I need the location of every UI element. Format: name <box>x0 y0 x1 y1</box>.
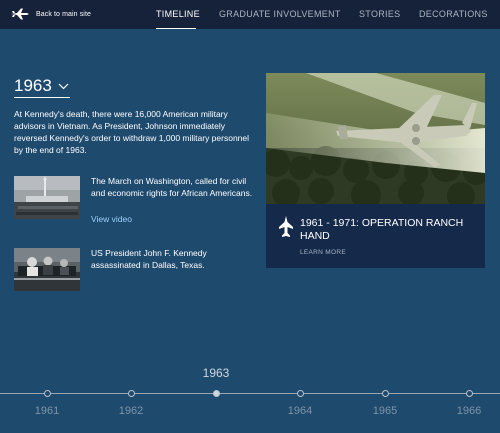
timeline-dot-1966[interactable] <box>465 390 473 397</box>
timeline-year-1965[interactable]: 1965 <box>373 405 397 417</box>
nav-decorations[interactable]: DECORATIONS <box>419 9 488 19</box>
back-label: Back to main site <box>36 10 91 18</box>
timeline-track <box>0 393 500 394</box>
timeline-dot-1961[interactable] <box>43 390 51 397</box>
back-to-main-site-link[interactable]: Back to main site <box>10 5 91 23</box>
event-text: The March on Washington, called for civi… <box>91 176 253 198</box>
year-dropdown[interactable]: 1963 <box>14 76 69 96</box>
year-underline <box>14 97 70 98</box>
active-nav-underline <box>156 28 196 29</box>
nav-timeline[interactable]: TIMELINE <box>156 9 200 19</box>
feature-title: 1961 - 1971: OPERATION RANCH HAND <box>300 217 464 242</box>
timeline-current-year: 1963 <box>202 366 230 380</box>
chevron-down-icon <box>58 83 69 89</box>
top-nav-bar: Back to main site TIMELINE GRADUATE INVO… <box>0 0 500 29</box>
timeline-year-1966[interactable]: 1966 <box>457 405 481 417</box>
march-on-washington-photo <box>14 176 80 219</box>
jet-logo-icon <box>11 8 29 20</box>
year-intro-text: At Kennedy's death, there were 16,000 Am… <box>14 109 250 155</box>
timeline-year-1962[interactable]: 1962 <box>119 405 143 417</box>
event-text: US President John F. Kennedy assassinate… <box>91 248 207 270</box>
nav-graduate-involvement[interactable]: GRADUATE INVOLVEMENT <box>219 9 341 19</box>
fighter-jet-icon <box>279 216 293 237</box>
ranch-hand-aircraft-photo <box>266 73 485 204</box>
timeline-year-1964[interactable]: 1964 <box>288 405 312 417</box>
kennedy-motorcade-photo <box>14 248 80 291</box>
learn-more-link[interactable]: LEARN MORE <box>300 249 346 256</box>
timeline-dot-1964[interactable] <box>296 390 304 397</box>
operation-ranch-hand-card[interactable]: 1961 - 1971: OPERATION RANCH HAND LEARN … <box>266 73 485 268</box>
event-kennedy-assassinated: US President John F. Kennedy assassinate… <box>14 248 254 292</box>
event-march-on-washington: The March on Washington, called for civi… <box>14 176 254 226</box>
nav-stories[interactable]: STORIES <box>359 9 400 19</box>
view-video-link[interactable]: View video <box>91 214 132 224</box>
timeline-dot-1965[interactable] <box>381 390 389 397</box>
timeline-dot-1963[interactable] <box>212 390 220 397</box>
timeline-year-1961[interactable]: 1961 <box>35 405 59 417</box>
year-dropdown-value: 1963 <box>14 76 52 95</box>
timeline-dot-1962[interactable] <box>127 390 135 397</box>
